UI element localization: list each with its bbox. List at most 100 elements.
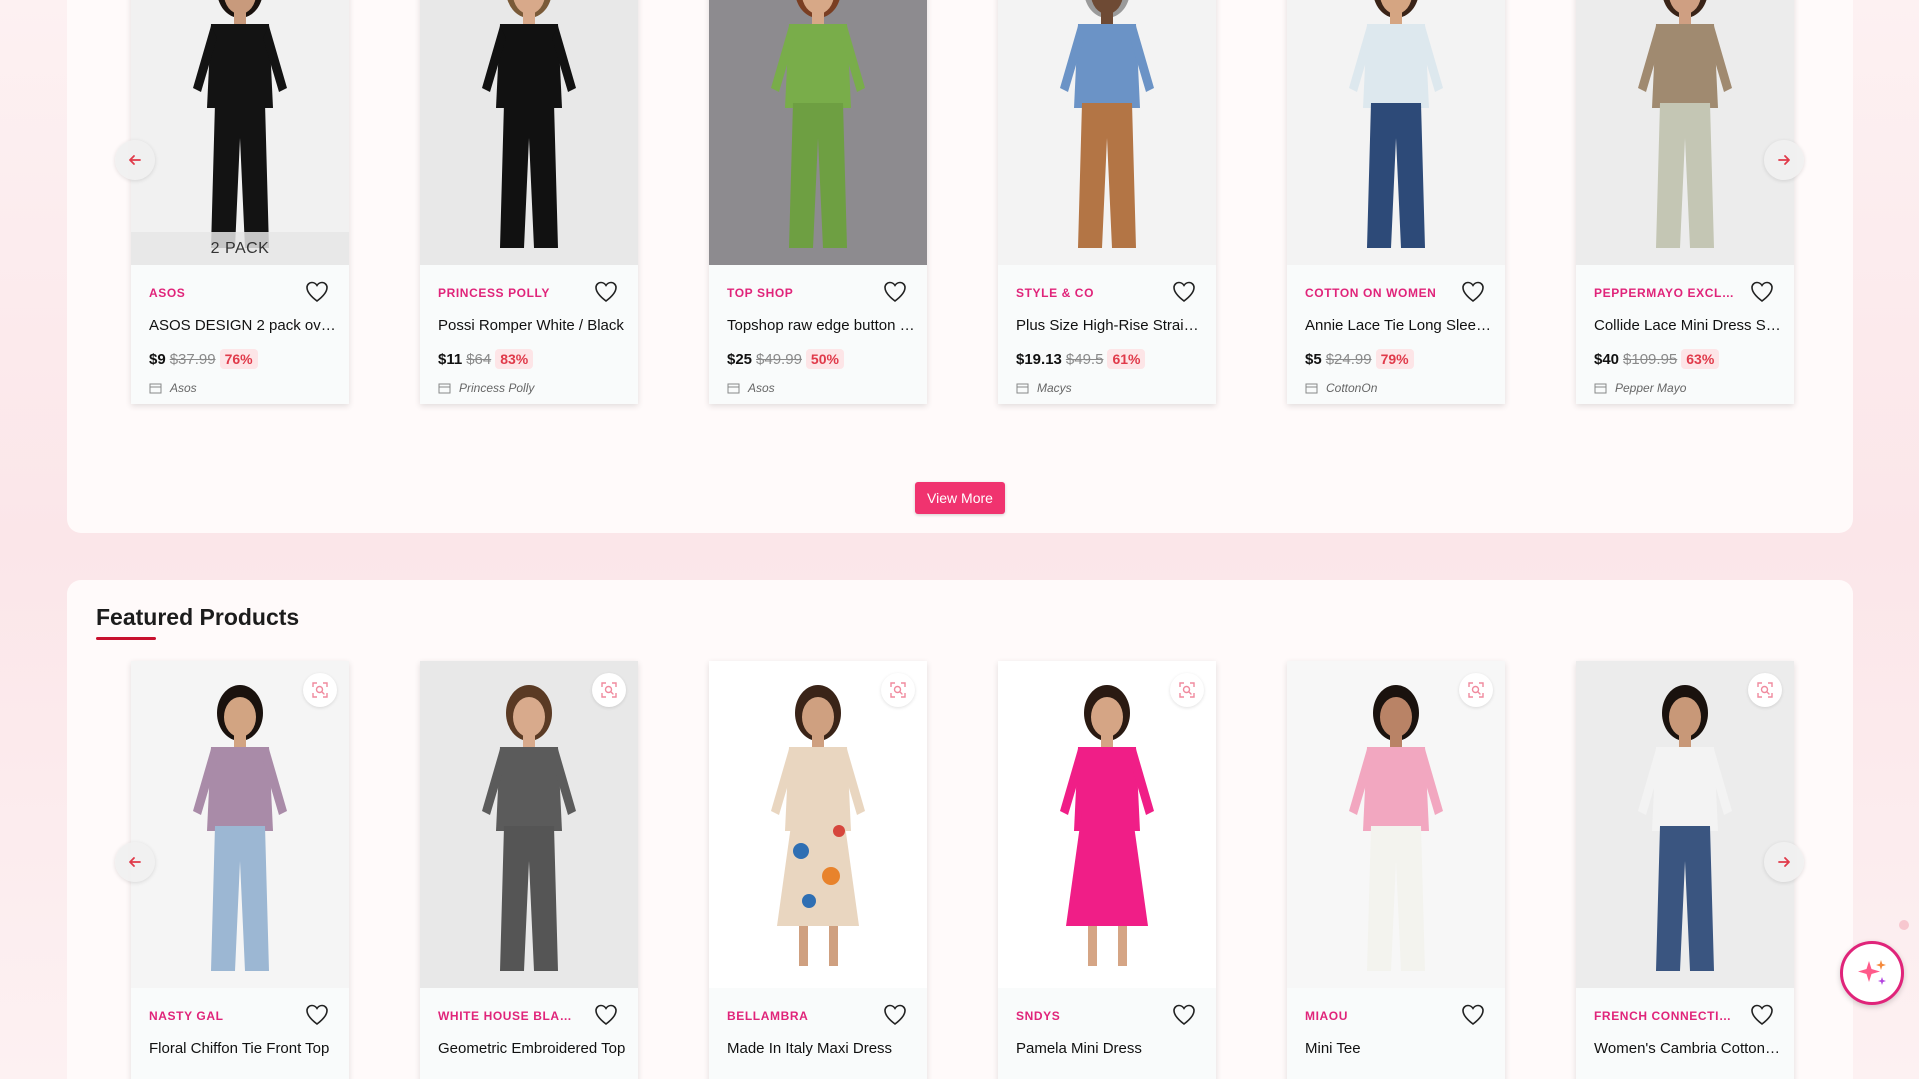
discount-badge: 61% <box>1107 349 1146 369</box>
product-card[interactable]: PRINCESS POLLY Possi Romper White / Blac… <box>420 0 638 404</box>
visual-search-button[interactable] <box>1459 673 1493 707</box>
visual-search-button[interactable] <box>1170 673 1204 707</box>
visual-search-button[interactable] <box>881 673 915 707</box>
sale-price: $40 <box>1594 350 1620 368</box>
product-title[interactable]: Topshop raw edge button front shirt <box>727 317 915 334</box>
discount-badge: 63% <box>1681 349 1720 369</box>
product-image[interactable] <box>1576 661 1794 988</box>
product-brand[interactable]: BELLAMBRA <box>727 1009 867 1023</box>
store-name: Princess Polly <box>459 381 535 395</box>
product-image[interactable] <box>1287 661 1505 988</box>
store-icon <box>1016 383 1029 394</box>
product-card[interactable]: STYLE & CO Plus Size High-Rise Straight … <box>998 0 1216 404</box>
wishlist-button[interactable] <box>883 281 907 303</box>
product-image[interactable] <box>709 0 927 265</box>
product-brand[interactable]: TOP SHOP <box>727 286 867 300</box>
wishlist-button[interactable] <box>1172 1004 1196 1026</box>
visual-search-button[interactable] <box>592 673 626 707</box>
carousel-next-button[interactable] <box>1764 140 1804 180</box>
original-price: $49.5 <box>1065 350 1104 368</box>
wishlist-button[interactable] <box>1750 1004 1774 1026</box>
product-card[interactable]: BELLAMBRA Made In Italy Maxi Dress <box>709 661 927 1079</box>
visual-search-button[interactable] <box>303 673 337 707</box>
wishlist-button[interactable] <box>594 281 618 303</box>
wishlist-button[interactable] <box>1750 281 1774 303</box>
product-photo <box>131 0 349 265</box>
product-card[interactable]: 2 PACK ASOS ASOS DESIGN 2 pack oversized… <box>131 0 349 404</box>
view-more-button[interactable]: View More <box>915 482 1005 514</box>
product-card[interactable]: TOP SHOP Topshop raw edge button front s… <box>709 0 927 404</box>
product-title[interactable]: Annie Lace Tie Long Sleeve Top <box>1305 317 1493 334</box>
carousel-next-button[interactable] <box>1764 842 1804 882</box>
visual-search-icon <box>1179 682 1195 698</box>
product-image[interactable] <box>998 0 1216 265</box>
wishlist-button[interactable] <box>1461 1004 1485 1026</box>
wishlist-button[interactable] <box>594 1004 618 1026</box>
product-title[interactable]: Plus Size High-Rise Straight Pants <box>1016 317 1204 334</box>
product-image[interactable] <box>1287 0 1505 265</box>
product-title[interactable]: Pamela Mini Dress <box>1016 1040 1204 1057</box>
product-image[interactable] <box>709 661 927 988</box>
product-image[interactable] <box>420 661 638 988</box>
store-icon <box>438 383 451 394</box>
store-icon <box>727 383 740 394</box>
product-title[interactable]: Women's Cambria Cotton Top <box>1594 1040 1782 1057</box>
heart-icon <box>1173 1004 1195 1026</box>
carousel-prev-button[interactable] <box>115 842 155 882</box>
product-brand[interactable]: SNDYS <box>1016 1009 1156 1023</box>
product-photo <box>420 661 638 988</box>
product-card[interactable]: WHITE HOUSE BLACK MARKET Geometric Embro… <box>420 661 638 1079</box>
wishlist-button[interactable] <box>305 1004 329 1026</box>
product-image[interactable] <box>131 661 349 988</box>
product-card[interactable]: COTTON ON WOMEN Annie Lace Tie Long Slee… <box>1287 0 1505 404</box>
product-title[interactable]: Floral Chiffon Tie Front Top <box>149 1040 337 1057</box>
sale-price: $25 <box>727 350 753 368</box>
product-brand[interactable]: COTTON ON WOMEN <box>1305 286 1445 300</box>
product-brand[interactable]: FRENCH CONNECTION <box>1594 1009 1734 1023</box>
product-title[interactable]: Possi Romper White / Black <box>438 317 626 334</box>
heart-icon <box>1462 281 1484 303</box>
product-image[interactable] <box>420 0 638 265</box>
product-brand[interactable]: PRINCESS POLLY <box>438 286 578 300</box>
product-brand[interactable]: ASOS <box>149 286 289 300</box>
product-image[interactable] <box>998 661 1216 988</box>
wishlist-button[interactable] <box>883 1004 907 1026</box>
product-brand[interactable]: NASTY GAL <box>149 1009 289 1023</box>
image-label: 2 PACK <box>131 232 349 265</box>
product-image[interactable]: 2 PACK <box>131 0 349 265</box>
ai-assistant-button[interactable] <box>1840 941 1904 1005</box>
sale-price: $11 <box>438 350 463 368</box>
carousel-prev-button[interactable] <box>115 140 155 180</box>
wishlist-button[interactable] <box>1172 281 1196 303</box>
product-title[interactable]: Geometric Embroidered Top <box>438 1040 626 1057</box>
product-title[interactable]: Collide Lace Mini Dress Sage <box>1594 317 1782 334</box>
product-brand[interactable]: MIAOU <box>1305 1009 1445 1023</box>
price-row: $19.13 $49.5 61% <box>1016 349 1146 369</box>
store-icon <box>149 383 162 394</box>
heart-icon <box>1173 281 1195 303</box>
product-card[interactable]: FRENCH CONNECTION Women's Cambria Cotton… <box>1576 661 1794 1079</box>
section-title-underline <box>96 637 156 640</box>
product-card[interactable]: SNDYS Pamela Mini Dress <box>998 661 1216 1079</box>
wishlist-button[interactable] <box>305 281 329 303</box>
product-brand[interactable]: PEPPERMAYO EXCLUSIVE <box>1594 286 1734 300</box>
top-picks-section: 2 PACK ASOS ASOS DESIGN 2 pack oversized… <box>67 0 1853 533</box>
product-card[interactable]: PEPPERMAYO EXCLUSIVE Collide Lace Mini D… <box>1576 0 1794 404</box>
product-card[interactable]: NASTY GAL Floral Chiffon Tie Front Top <box>131 661 349 1079</box>
product-brand[interactable]: STYLE & CO <box>1016 286 1156 300</box>
product-photo <box>1287 661 1505 988</box>
heart-icon <box>1751 281 1773 303</box>
product-image[interactable] <box>1576 0 1794 265</box>
sparkle-icon <box>1858 960 1886 985</box>
price-row: $9 $37.99 76% <box>149 349 258 369</box>
store-info: Princess Polly <box>438 381 534 395</box>
product-title[interactable]: Made In Italy Maxi Dress <box>727 1040 915 1057</box>
visual-search-button[interactable] <box>1748 673 1782 707</box>
product-title[interactable]: ASOS DESIGN 2 pack oversized t-shirts <box>149 317 337 334</box>
sale-price: $9 <box>149 350 166 368</box>
product-brand[interactable]: WHITE HOUSE BLACK MARKET <box>438 1009 578 1023</box>
decorative-dot <box>1899 920 1909 930</box>
product-card[interactable]: MIAOU Mini Tee <box>1287 661 1505 1079</box>
product-title[interactable]: Mini Tee <box>1305 1040 1493 1057</box>
wishlist-button[interactable] <box>1461 281 1485 303</box>
